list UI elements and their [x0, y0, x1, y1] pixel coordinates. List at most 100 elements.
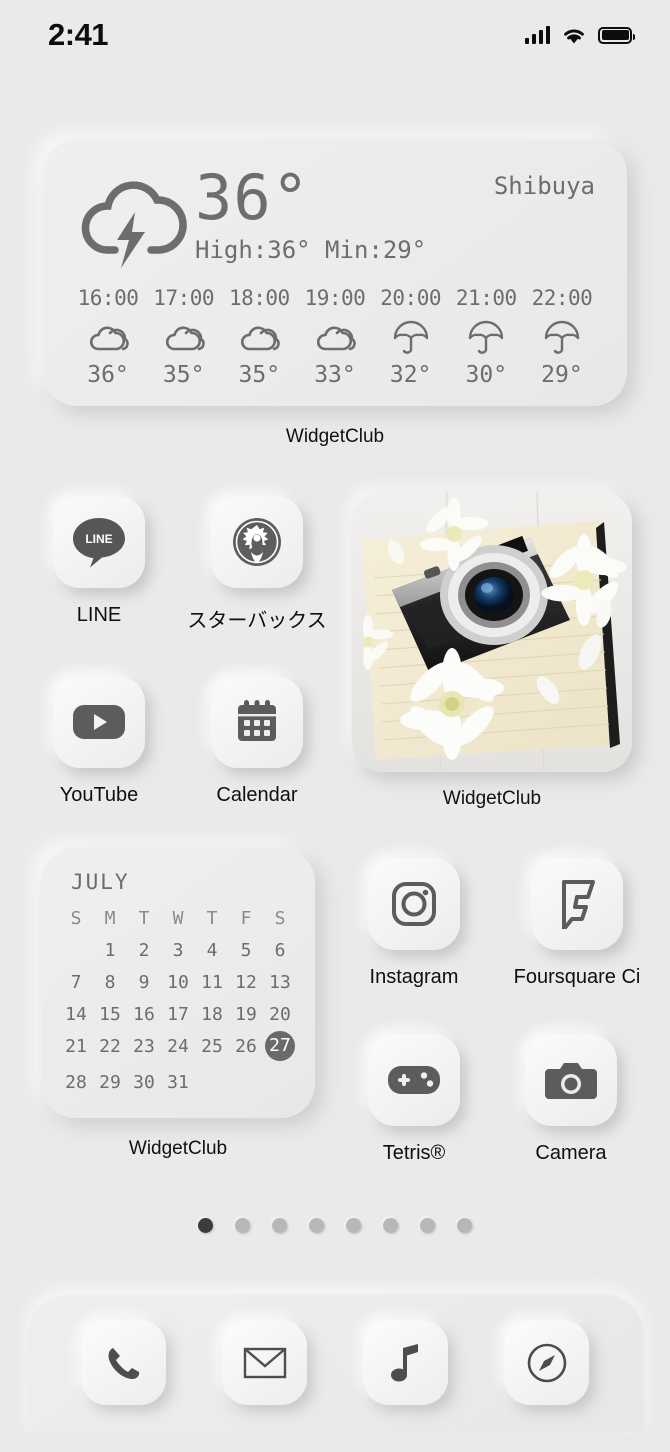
hourly-time: 22:00	[531, 286, 593, 310]
calendar-day[interactable]: 29	[93, 1072, 127, 1093]
weather-high-low: High:36° Min:29°	[195, 236, 427, 264]
calendar-day[interactable]: 30	[127, 1072, 161, 1093]
calendar-day[interactable]: 31	[161, 1072, 195, 1093]
calendar-day[interactable]: 8	[93, 972, 127, 993]
weather-current: 36° High:36° Min:29° Shibuya	[43, 140, 627, 278]
umbrella-icon	[374, 316, 448, 360]
calendar-day[interactable]: 7	[59, 972, 93, 993]
calendar-day[interactable]: 24	[161, 1036, 195, 1061]
youtube-play-icon	[53, 676, 145, 768]
cloudy-icon	[222, 316, 296, 360]
cloudy-icon	[147, 316, 221, 360]
page-dot[interactable]	[309, 1218, 324, 1233]
hourly-temp: 29°	[541, 362, 583, 388]
app-label: Calendar	[216, 784, 298, 806]
thunderstorm-icon	[73, 168, 191, 278]
hourly-time: 21:00	[455, 286, 517, 310]
page-dot[interactable]	[383, 1218, 398, 1233]
gamepad-icon	[368, 1034, 460, 1126]
dock-item-mail[interactable]	[222, 1320, 307, 1405]
app-icon-instagram[interactable]: Instagram	[340, 858, 488, 989]
hourly-item: 17:00 35°	[147, 286, 221, 388]
calendar-day[interactable]: 27	[263, 1031, 297, 1061]
hourly-time: 19:00	[304, 286, 366, 310]
photo-widget-label: WidgetClub	[442, 788, 542, 809]
status-bar-indicators	[524, 26, 635, 45]
app-icon-tetris[interactable]: Tetris®	[340, 1034, 488, 1165]
page-dot-active[interactable]	[198, 1218, 213, 1233]
foursquare-flag-icon	[531, 858, 623, 950]
cellular-bars-icon	[524, 26, 550, 44]
calendar-weekday: T	[206, 908, 218, 929]
app-label: YouTube	[59, 784, 139, 806]
calendar-day[interactable]: 1	[93, 940, 127, 961]
calendar-day[interactable]: 28	[59, 1072, 93, 1093]
page-dot[interactable]	[235, 1218, 250, 1233]
calendar-day[interactable]: 9	[127, 972, 161, 993]
calendar-weekday: W	[172, 908, 184, 929]
calendar-day[interactable]: 13	[263, 972, 297, 993]
page-dot[interactable]	[457, 1218, 472, 1233]
calendar-day[interactable]: 21	[59, 1036, 93, 1061]
camera-photo-image	[352, 492, 632, 772]
hourly-item: 16:00 36°	[71, 286, 145, 388]
app-icon-line[interactable]: LINE LINE	[25, 496, 173, 627]
calendar-day[interactable]: 17	[161, 1004, 195, 1025]
status-bar-time: 2:41	[48, 17, 109, 52]
app-icon-camera[interactable]: Camera	[497, 1034, 645, 1165]
hourly-time: 20:00	[380, 286, 441, 310]
page-dot[interactable]	[272, 1218, 287, 1233]
umbrella-icon	[525, 316, 599, 360]
app-icon-starbucks[interactable]: スターバックス	[183, 496, 331, 633]
calendar-day[interactable]: 18	[195, 1004, 229, 1025]
app-icon-calendar[interactable]: Calendar	[183, 676, 331, 807]
calendar-day[interactable]: 11	[195, 972, 229, 993]
calendar-day[interactable]: 10	[161, 972, 195, 993]
svg-text:LINE: LINE	[85, 532, 112, 546]
calendar-day[interactable]: 4	[195, 940, 229, 961]
calendar-weekday: S	[70, 908, 82, 929]
hourly-item: 21:00 30°	[449, 286, 523, 388]
weather-widget-label: WidgetClub	[285, 426, 385, 447]
page-indicator[interactable]	[0, 1218, 670, 1233]
weather-widget[interactable]: 36° High:36° Min:29° Shibuya 16:00 36° 1…	[43, 140, 627, 406]
app-icon-foursquare[interactable]: Foursquare Ci	[497, 858, 657, 989]
hourly-temp: 35°	[162, 362, 205, 388]
weather-temperature: 36°	[195, 161, 310, 234]
dock-item-safari[interactable]	[504, 1320, 589, 1405]
calendar-day[interactable]: 2	[127, 940, 161, 961]
calendar-grid: S M T W T F S 1 2 3 4 5 6 7 8 9 10 11 12 13 14 15 16 17 1…	[59, 908, 297, 1093]
battery-full-icon	[598, 26, 635, 44]
hourly-temp: 36°	[87, 362, 129, 388]
instagram-camera-icon	[368, 858, 460, 950]
calendar-day[interactable]: 15	[93, 1004, 127, 1025]
page-dot[interactable]	[420, 1218, 435, 1233]
hourly-temp: 33°	[314, 362, 356, 388]
wifi-icon	[561, 26, 587, 45]
calendar-day[interactable]: 12	[229, 972, 263, 993]
app-icon-youtube[interactable]: YouTube	[25, 676, 173, 807]
cloudy-icon	[298, 316, 372, 360]
calendar-day[interactable]: 6	[263, 940, 297, 961]
hourly-time: 18:00	[228, 286, 290, 310]
photo-widget[interactable]	[352, 492, 632, 772]
calendar-day[interactable]: 19	[229, 1004, 263, 1025]
calendar-day[interactable]: 22	[93, 1036, 127, 1061]
dock-item-phone[interactable]	[81, 1320, 166, 1405]
app-label: Foursquare Ci	[513, 966, 641, 988]
calendar-day[interactable]: 3	[161, 940, 195, 961]
calendar-day[interactable]: 14	[59, 1004, 93, 1025]
calendar-day[interactable]: 5	[229, 940, 263, 961]
calendar-day[interactable]: 26	[229, 1036, 263, 1061]
calendar-day[interactable]: 25	[195, 1036, 229, 1061]
calendar-day[interactable]: 20	[263, 1004, 297, 1025]
calendar-day[interactable]: 16	[127, 1004, 161, 1025]
calendar-weekday: T	[138, 908, 150, 929]
calendar-day[interactable]: 23	[127, 1036, 161, 1061]
cloudy-icon	[71, 316, 145, 360]
page-dot[interactable]	[346, 1218, 361, 1233]
calendar-widget[interactable]: JULY S M T W T F S 1 2 3 4 5 6 7 8 9 10 11 12 13 14 15…	[41, 848, 315, 1118]
dock-item-music[interactable]	[363, 1320, 448, 1405]
hourly-temp: 32°	[389, 362, 432, 388]
weather-location: Shibuya	[493, 172, 595, 200]
